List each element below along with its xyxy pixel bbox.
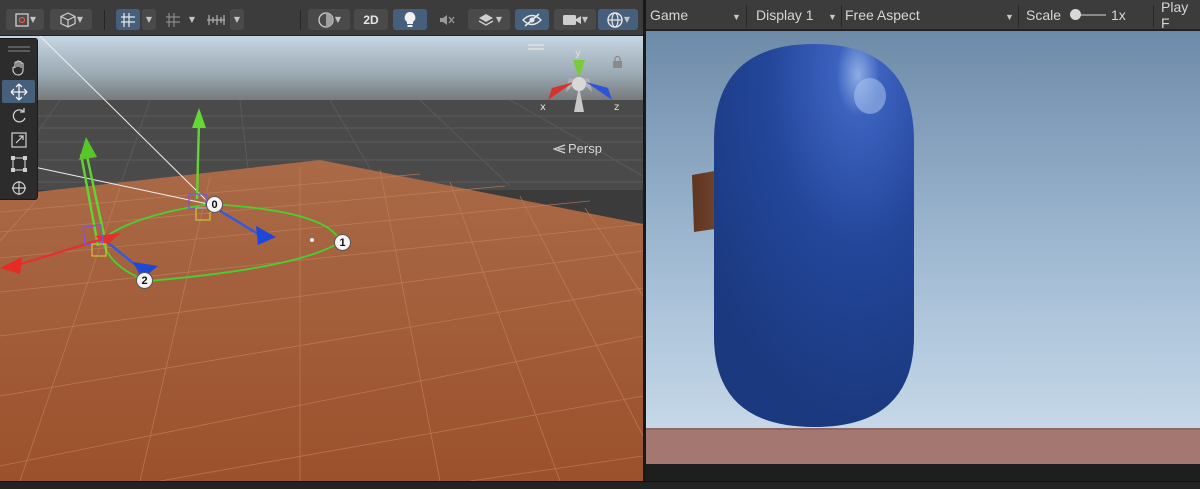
shading-dropdown[interactable]: ▼ [50, 9, 92, 30]
toggle-2d-button[interactable]: 2D [354, 9, 388, 30]
toolbar-separator [300, 10, 301, 30]
layers-effects-icon [478, 13, 494, 26]
chevron-down-icon: ▼ [581, 14, 589, 24]
chevron-down-icon: ▼ [29, 14, 37, 24]
speaker-muted-icon [440, 14, 455, 25]
move-arrows-icon [10, 83, 27, 100]
chevron-down-icon: ▼ [623, 14, 631, 24]
render-mode-dropdown[interactable]: ▼ [308, 9, 350, 30]
axis-label-z: z [614, 102, 620, 113]
view-type-dropdown[interactable]: Game [650, 0, 688, 30]
rotate-icon [12, 107, 26, 122]
lighting-toggle[interactable] [393, 9, 427, 30]
hand-tool-button[interactable] [2, 56, 35, 79]
scale-label: Scale [1026, 7, 1062, 23]
draw-mode-icon [15, 12, 29, 27]
ruler-dropdown[interactable]: ▼ [230, 9, 244, 30]
scale-tool-button[interactable] [2, 128, 35, 151]
waypoint-marker[interactable]: 2 [136, 272, 153, 289]
increment-snap-icon [166, 12, 180, 27]
axis-gizmo-graphic [548, 60, 612, 112]
draw-mode-dropdown[interactable]: ▼ [6, 9, 44, 30]
eye-slash-icon [522, 12, 542, 27]
game-viewport[interactable] [646, 31, 1200, 464]
ruler-icon [207, 14, 225, 25]
view-type-label: Game [650, 7, 689, 23]
projection-toggle[interactable]: Persp [553, 141, 602, 156]
chevron-down-icon: ▼ [76, 14, 84, 24]
unity-editor: ▼ ▼ ▼ ▼ ▼ ▼ 2D ▼ ▼ ▼ 0 1 2 y x z Persp G… [0, 0, 1200, 489]
move-tool-button[interactable] [2, 80, 35, 103]
chevron-down-icon: ▼ [233, 14, 241, 24]
display-label: Display 1 [756, 7, 814, 23]
chevron-down-icon: ▼ [334, 14, 342, 24]
ruler-toggle[interactable] [204, 9, 228, 30]
toolbar-separator [104, 10, 105, 30]
rect-transform-icon [10, 155, 27, 172]
axis-label-y: y [575, 48, 581, 59]
waypoint-marker[interactable]: 1 [334, 234, 351, 251]
waypoint-marker[interactable]: 0 [206, 196, 223, 213]
camera-icon [562, 14, 581, 25]
game-3d-render [646, 31, 1200, 464]
chevron-down-icon: ▼ [188, 14, 196, 24]
chevron-down-icon: ▼ [732, 12, 741, 22]
aspect-label: Free Aspect [845, 7, 920, 23]
hand-icon [11, 59, 24, 76]
game-panel: Game ▼ Display 1 ▼ Free Aspect ▼ Scale 1… [646, 0, 1200, 481]
game-toolbar: Game ▼ Display 1 ▼ Free Aspect ▼ Scale 1… [646, 0, 1200, 31]
axis-label-x: x [540, 102, 546, 113]
scene-visibility-toggle[interactable] [515, 9, 549, 30]
bottom-panel-edge [0, 481, 1200, 489]
aspect-dropdown[interactable]: Free Aspect [845, 0, 920, 30]
sphere-shading-icon [318, 11, 334, 28]
display-dropdown[interactable]: Display 1 [756, 0, 814, 30]
drag-handle-icon[interactable] [6, 44, 32, 54]
play-focus-dropdown[interactable]: Play F [1161, 0, 1200, 31]
chevron-down-icon: ▼ [828, 12, 837, 22]
grid-snap-icon [121, 12, 135, 27]
scale-value: 1x [1111, 0, 1126, 30]
audio-toggle[interactable] [432, 9, 462, 30]
orientation-gizmo[interactable]: y x z [538, 48, 624, 124]
scale-slider-thumb[interactable] [1070, 9, 1081, 20]
toolbar-separator [841, 5, 842, 27]
play-focus-label: Play F [1161, 0, 1189, 31]
toolbar-separator [1018, 5, 1019, 27]
rotate-tool-button[interactable] [2, 104, 35, 127]
tools-overlay [0, 38, 38, 200]
transform-tool-button[interactable] [2, 176, 35, 199]
chevron-down-icon: ▼ [495, 14, 503, 24]
light-bulb-icon [404, 11, 416, 27]
grid-snapping-dropdown[interactable]: ▼ [142, 9, 156, 30]
gizmos-dropdown[interactable]: ▼ [598, 9, 638, 30]
projection-label: Persp [568, 141, 602, 156]
perspective-icon [553, 143, 566, 154]
gizmo-globe-icon [607, 11, 623, 28]
increment-snap-dropdown[interactable]: ▼ [186, 9, 198, 30]
chevron-down-icon: ▼ [1005, 12, 1014, 22]
chevron-down-icon: ▼ [145, 14, 153, 24]
scale-icon [10, 131, 27, 148]
scale-value-label: 1x [1111, 7, 1126, 23]
effects-dropdown[interactable]: ▼ [468, 9, 510, 30]
toolbar-separator [746, 5, 747, 27]
scale-control: Scale [1026, 0, 1061, 30]
toggle-2d-label: 2D [363, 12, 379, 27]
camera-dropdown[interactable]: ▼ [554, 9, 596, 30]
rect-tool-button[interactable] [2, 152, 35, 175]
scene-panel: ▼ ▼ ▼ ▼ ▼ ▼ 2D ▼ ▼ ▼ 0 1 2 y x z Persp [0, 0, 643, 481]
grid-snapping-toggle[interactable] [116, 9, 140, 30]
increment-snap-toggle[interactable] [162, 9, 184, 30]
scene-toolbar: ▼ ▼ ▼ ▼ ▼ ▼ 2D ▼ ▼ ▼ [0, 0, 643, 36]
toolbar-separator [1153, 5, 1154, 27]
cube-icon [60, 11, 76, 28]
transform-icon [11, 180, 26, 195]
